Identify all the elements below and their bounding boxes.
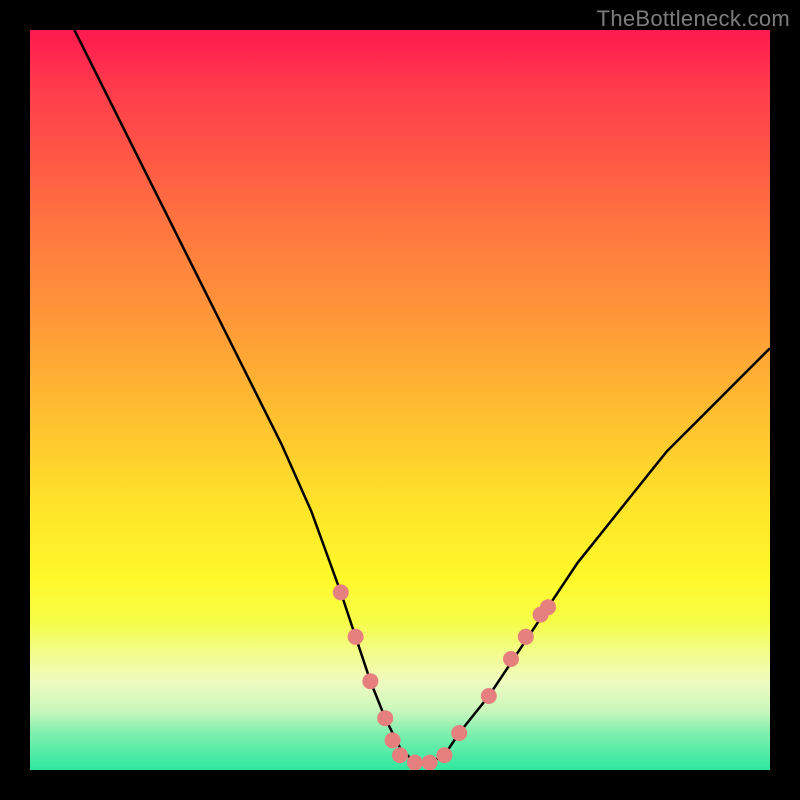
marker-point: [377, 710, 393, 726]
watermark-text: TheBottleneck.com: [597, 6, 790, 32]
marker-point: [422, 755, 438, 770]
marker-point: [392, 747, 408, 763]
marker-point: [407, 755, 423, 770]
marker-point: [436, 747, 452, 763]
marker-point: [362, 673, 378, 689]
plot-area: [30, 30, 770, 770]
marker-point: [333, 584, 349, 600]
marker-point: [348, 629, 364, 645]
marker-point: [503, 651, 519, 667]
bottleneck-curve: [74, 30, 770, 763]
marker-point: [540, 599, 556, 615]
bottleneck-curve-svg: [30, 30, 770, 770]
curve-markers: [333, 584, 556, 770]
marker-point: [518, 629, 534, 645]
marker-point: [481, 688, 497, 704]
marker-point: [451, 725, 467, 741]
chart-frame: TheBottleneck.com: [0, 0, 800, 800]
marker-point: [385, 732, 401, 748]
